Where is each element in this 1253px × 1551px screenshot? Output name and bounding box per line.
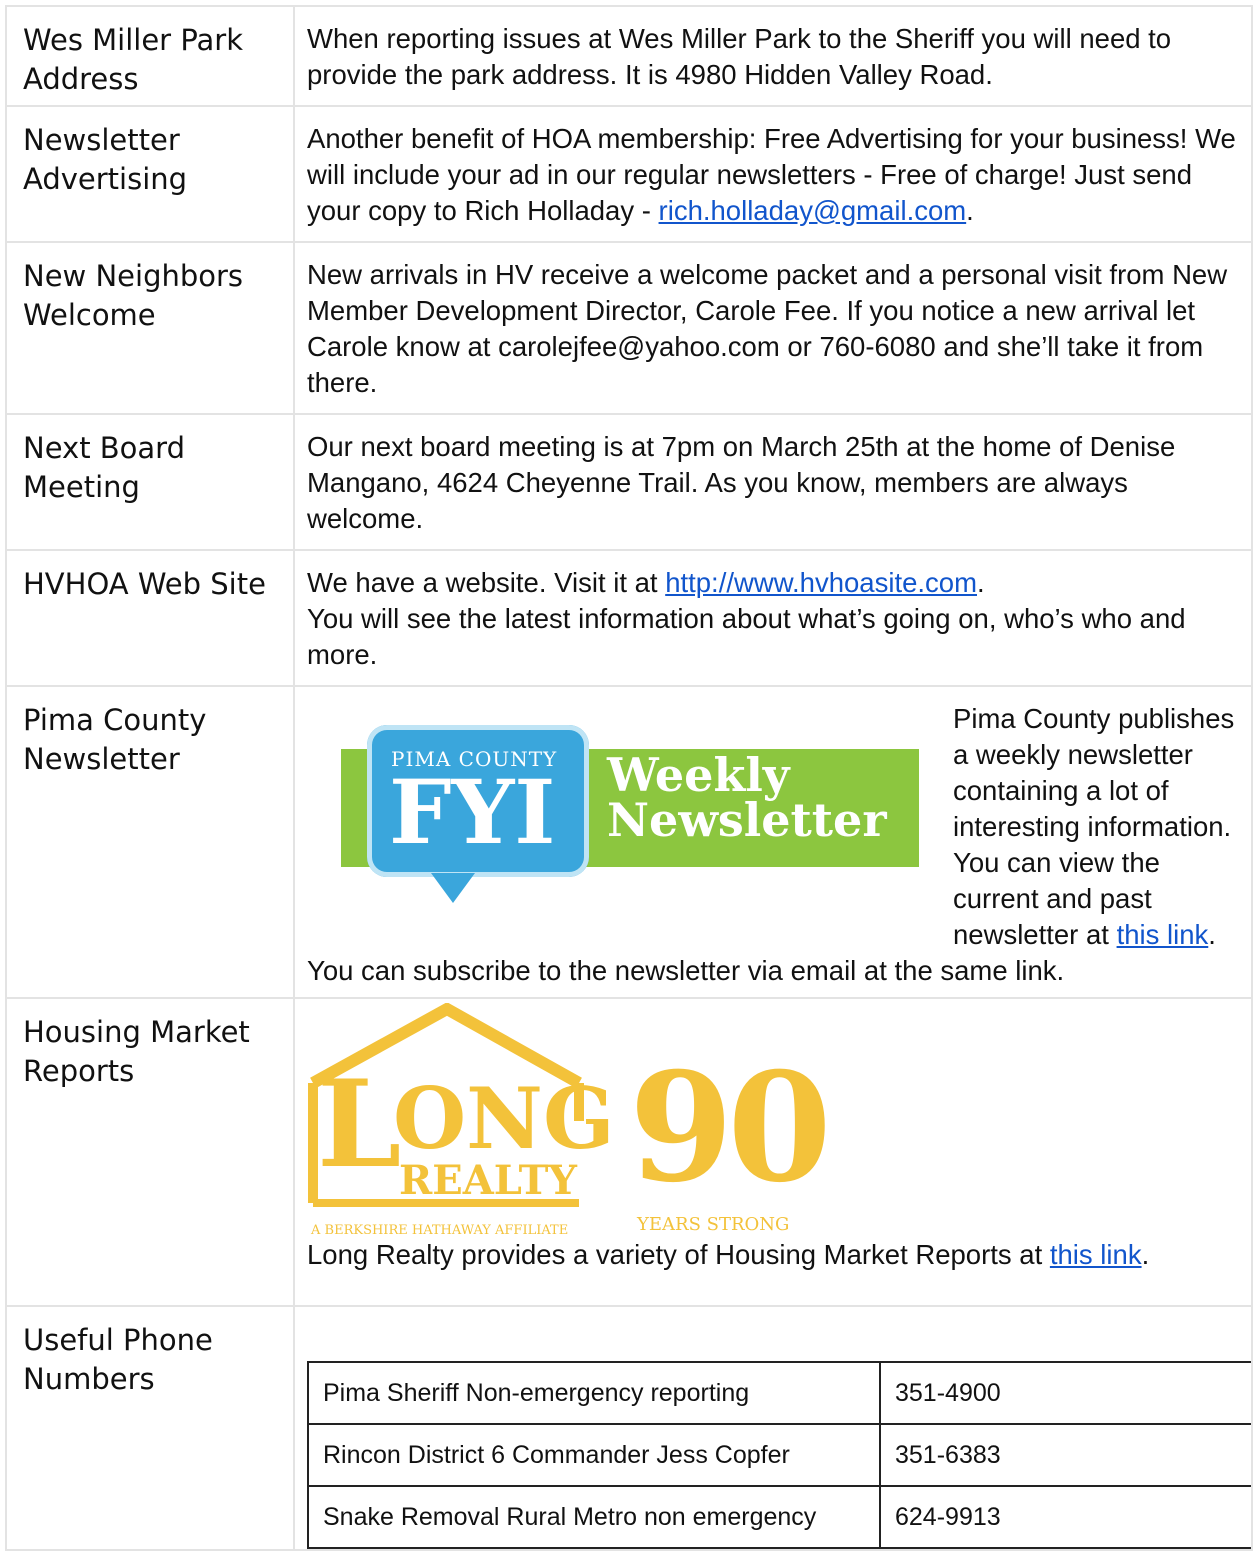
- row-label: Pima County Newsletter: [5, 685, 295, 999]
- phone-number: 351-6383: [879, 1423, 1253, 1487]
- row-label: Housing Market Reports: [5, 997, 295, 1307]
- speech-bubble-tail: [431, 873, 475, 903]
- table-row: Wes Miller Park Address When reporting i…: [5, 5, 1253, 107]
- row-text: Our next board meeting is at 7pm on Marc…: [293, 413, 1253, 551]
- table-row: Pima County Newsletter PIMA COUNTY FYI W…: [5, 685, 1253, 999]
- phone-row: Snake Removal Rural Metro non emergency …: [307, 1485, 1253, 1549]
- phone-name: Rincon District 6 Commander Jess Copfer: [307, 1423, 881, 1487]
- row-label: Newsletter Advertising: [5, 105, 295, 243]
- row-text: Pima Sheriff Non-emergency reporting 351…: [293, 1305, 1253, 1551]
- long-realty-ninety: 90: [629, 1040, 832, 1216]
- long-realty-logo: L ONG REALTY A BERKSHIRE HATHAWAY AFFILI…: [307, 1003, 832, 1238]
- pima-text: Pima County publishes a weekly newslette…: [953, 703, 1235, 950]
- row-text: We have a website. Visit it at http://ww…: [293, 549, 1253, 687]
- punctuation: .: [977, 567, 985, 598]
- row-text: Another benefit of HOA membership: Free …: [293, 105, 1253, 243]
- table-row: Useful Phone Numbers Pima Sheriff Non-em…: [5, 1305, 1253, 1551]
- fyi-banner: PIMA COUNTY FYI Weekly Newsletter: [307, 701, 947, 941]
- punctuation: .: [1141, 1239, 1150, 1270]
- housing-report-link[interactable]: this link: [1050, 1239, 1142, 1270]
- page: Wes Miller Park Address When reporting i…: [0, 0, 1253, 1551]
- row-label: New Neighbors Welcome: [5, 241, 295, 415]
- table-row: Next Board Meeting Our next board meetin…: [5, 413, 1253, 551]
- fyi-newsletter: Newsletter: [607, 793, 887, 847]
- info-table: Wes Miller Park Address When reporting i…: [5, 5, 1253, 1551]
- phone-number: 351-4900: [879, 1361, 1253, 1425]
- website-text: We have a website. Visit it at: [307, 567, 666, 598]
- long-realty-realty: REALTY: [399, 1157, 577, 1204]
- row-text: New arrivals in HV receive a welcome pac…: [293, 241, 1253, 415]
- table-row: Housing Market Reports L ONG REALTY A BE…: [5, 997, 1253, 1307]
- fyi-letters: FYI: [389, 760, 556, 864]
- long-realty-l: L: [317, 1054, 402, 1195]
- long-realty-ong: ONG: [393, 1069, 615, 1168]
- website-text-2: You will see the latest information abou…: [307, 603, 1186, 670]
- row-label: HVHOA Web Site: [5, 549, 295, 687]
- row-label: Useful Phone Numbers: [5, 1305, 295, 1551]
- long-realty-years: YEARS STRONG: [637, 1214, 790, 1235]
- phone-row: Pima Sheriff Non-emergency reporting 351…: [307, 1361, 1253, 1425]
- table-row: HVHOA Web Site We have a website. Visit …: [5, 549, 1253, 687]
- row-label: Next Board Meeting: [5, 413, 295, 551]
- row-text: L ONG REALTY A BERKSHIRE HATHAWAY AFFILI…: [293, 997, 1253, 1307]
- fyi-weekly: Weekly: [607, 748, 790, 802]
- phone-row: Rincon District 6 Commander Jess Copfer …: [307, 1423, 1253, 1487]
- row-label: Wes Miller Park Address: [5, 5, 295, 107]
- table-row: Newsletter Advertising Another benefit o…: [5, 105, 1253, 243]
- phone-name: Pima Sheriff Non-emergency reporting: [307, 1361, 881, 1425]
- phone-table: Pima Sheriff Non-emergency reporting 351…: [307, 1361, 1253, 1549]
- punctuation: .: [966, 195, 974, 226]
- email-link[interactable]: rich.holladay@gmail.com: [659, 195, 967, 226]
- row-text: When reporting issues at Wes Miller Park…: [293, 5, 1253, 107]
- website-link[interactable]: http://www.hvhoasite.com: [665, 567, 977, 598]
- long-realty-affiliate: A BERKSHIRE HATHAWAY AFFILIATE: [311, 1223, 569, 1238]
- row-text: PIMA COUNTY FYI Weekly Newsletter Pima C…: [293, 685, 1253, 999]
- pima-newsletter-link[interactable]: this link: [1117, 919, 1209, 950]
- phone-name: Snake Removal Rural Metro non emergency: [307, 1485, 881, 1549]
- table-row: New Neighbors Welcome New arrivals in HV…: [5, 241, 1253, 415]
- phone-number: 624-9913: [879, 1485, 1253, 1549]
